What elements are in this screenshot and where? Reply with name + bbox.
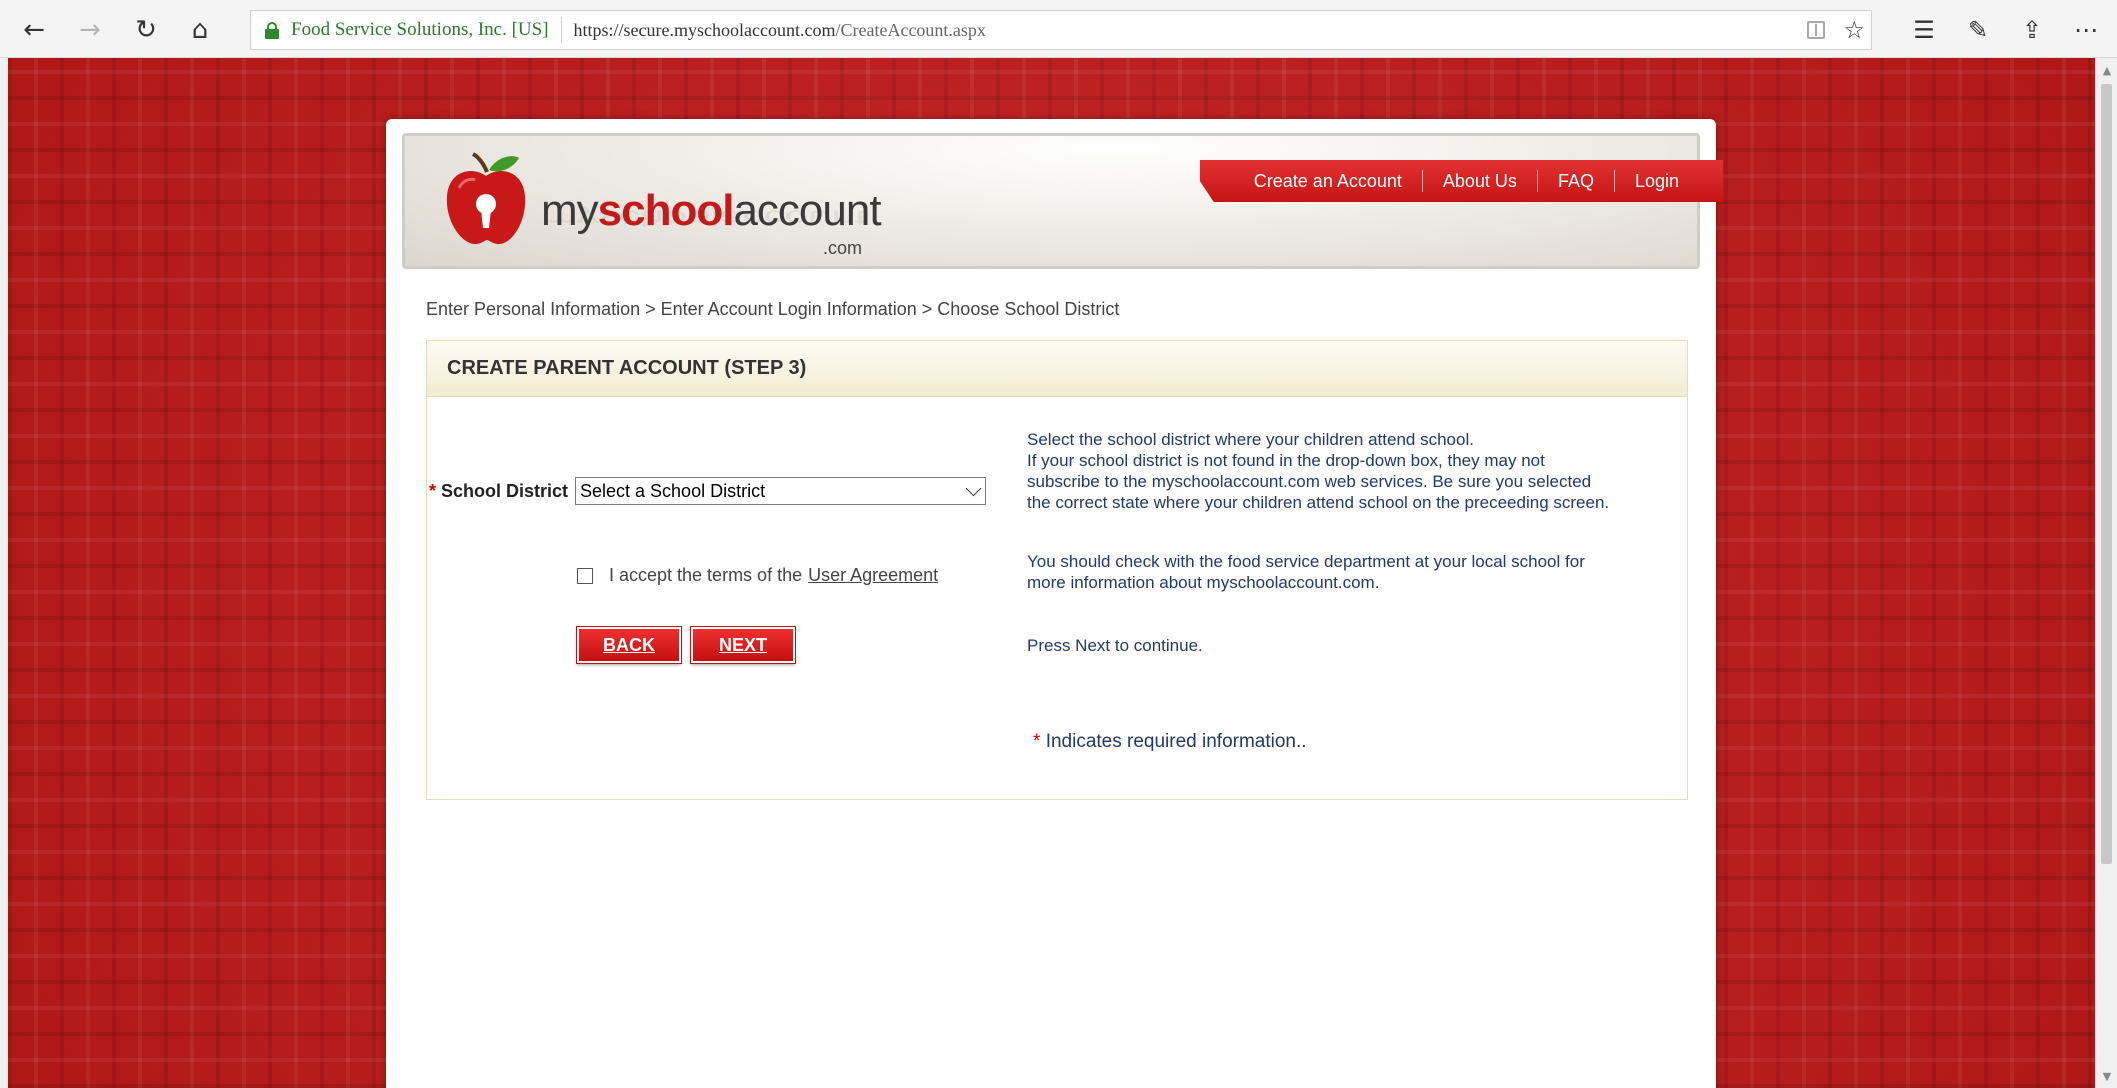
nav-about-us[interactable]: About Us <box>1423 168 1537 194</box>
forward-icon[interactable]: → <box>70 10 110 50</box>
next-button[interactable]: NEXT <box>690 626 796 664</box>
user-agreement-link[interactable]: User Agreement <box>808 565 938 586</box>
reading-view-icon[interactable] <box>1807 21 1826 39</box>
share-icon[interactable]: ⇪ <box>2012 10 2052 50</box>
required-info-note: * Indicates required information.. <box>1033 731 1307 753</box>
address-actions: ☆ <box>1807 11 1865 49</box>
logo-dotcom: .com <box>823 238 863 258</box>
site-logo[interactable]: myschoolaccount myschoolaccount .com <box>443 146 882 258</box>
chevron-down-icon <box>965 480 982 497</box>
site-identity[interactable]: Food Service Solutions, Inc. [US] <box>291 19 549 41</box>
url-path: /CreateAccount.aspx <box>835 19 986 40</box>
favorite-star-icon[interactable]: ☆ <box>1843 16 1865 44</box>
nav-login[interactable]: Login <box>1615 168 1699 194</box>
school-district-help: Select the school district where your ch… <box>1027 430 1610 512</box>
agree-text: I accept the terms of the <box>609 565 803 585</box>
scrollbar-thumb[interactable] <box>2101 84 2112 864</box>
url-host: https://secure.myschoolaccount.com <box>573 19 836 40</box>
address-bar[interactable]: Food Service Solutions, Inc. [US] https:… <box>250 10 1872 50</box>
logo-reflection: myschoolaccount <box>541 205 866 231</box>
school-district-label: * School District <box>429 481 568 502</box>
scroll-down-icon[interactable]: ▼ <box>2096 1066 2117 1086</box>
lock-icon[interactable] <box>265 22 279 39</box>
form-title: CREATE PARENT ACCOUNT (STEP 3) <box>427 341 1687 397</box>
next-help: Press Next to continue. <box>1027 636 1203 655</box>
breadcrumb: Enter Personal Information > Enter Accou… <box>426 299 1120 319</box>
url-text[interactable]: https://secure.myschoolaccount.com/Creat… <box>574 20 986 41</box>
home-icon[interactable]: ⌂ <box>180 10 220 50</box>
required-marker: * <box>1033 731 1041 752</box>
favorites-hub-icon[interactable]: ☰ <box>1904 10 1944 50</box>
nav-create-account[interactable]: Create an Account <box>1234 168 1422 194</box>
school-district-selected-value: Select a School District <box>580 480 766 501</box>
create-account-form: CREATE PARENT ACCOUNT (STEP 3) * School … <box>426 340 1688 800</box>
site-header: myschoolaccount myschoolaccount .com Cre… <box>402 133 1723 269</box>
web-note-icon[interactable]: ✎ <box>1958 10 1998 50</box>
main-panel: myschoolaccount myschoolaccount .com Cre… <box>386 119 1723 1088</box>
more-icon[interactable]: ⋯ <box>2066 10 2106 50</box>
window-edge <box>0 58 8 1088</box>
back-icon[interactable]: ← <box>14 10 54 50</box>
back-button[interactable]: BACK <box>576 626 682 664</box>
nav-faq[interactable]: FAQ <box>1538 168 1614 194</box>
apple-logo-icon <box>446 152 526 245</box>
refresh-icon[interactable]: ↻ <box>126 10 166 50</box>
browser-toolbar: ← → ↻ ⌂ Food Service Solutions, Inc. [US… <box>0 0 2117 58</box>
address-divider <box>560 17 562 43</box>
user-agreement-checkbox[interactable] <box>577 567 593 584</box>
required-marker: * <box>429 481 437 501</box>
school-district-select[interactable]: Select a School District <box>575 477 986 505</box>
school-district-label-text: School District <box>441 481 569 501</box>
required-note-text: Indicates required information.. <box>1045 731 1307 752</box>
scroll-up-icon[interactable]: ▲ <box>2096 60 2117 80</box>
top-navigation: Create an Account About Us FAQ Login <box>1199 160 1723 202</box>
vertical-scrollbar[interactable]: ▲ ▼ <box>2095 58 2117 1088</box>
user-agreement-row: I accept the terms of the User Agreement <box>577 565 938 586</box>
agreement-help: You should check with the food service d… <box>1027 552 1585 592</box>
